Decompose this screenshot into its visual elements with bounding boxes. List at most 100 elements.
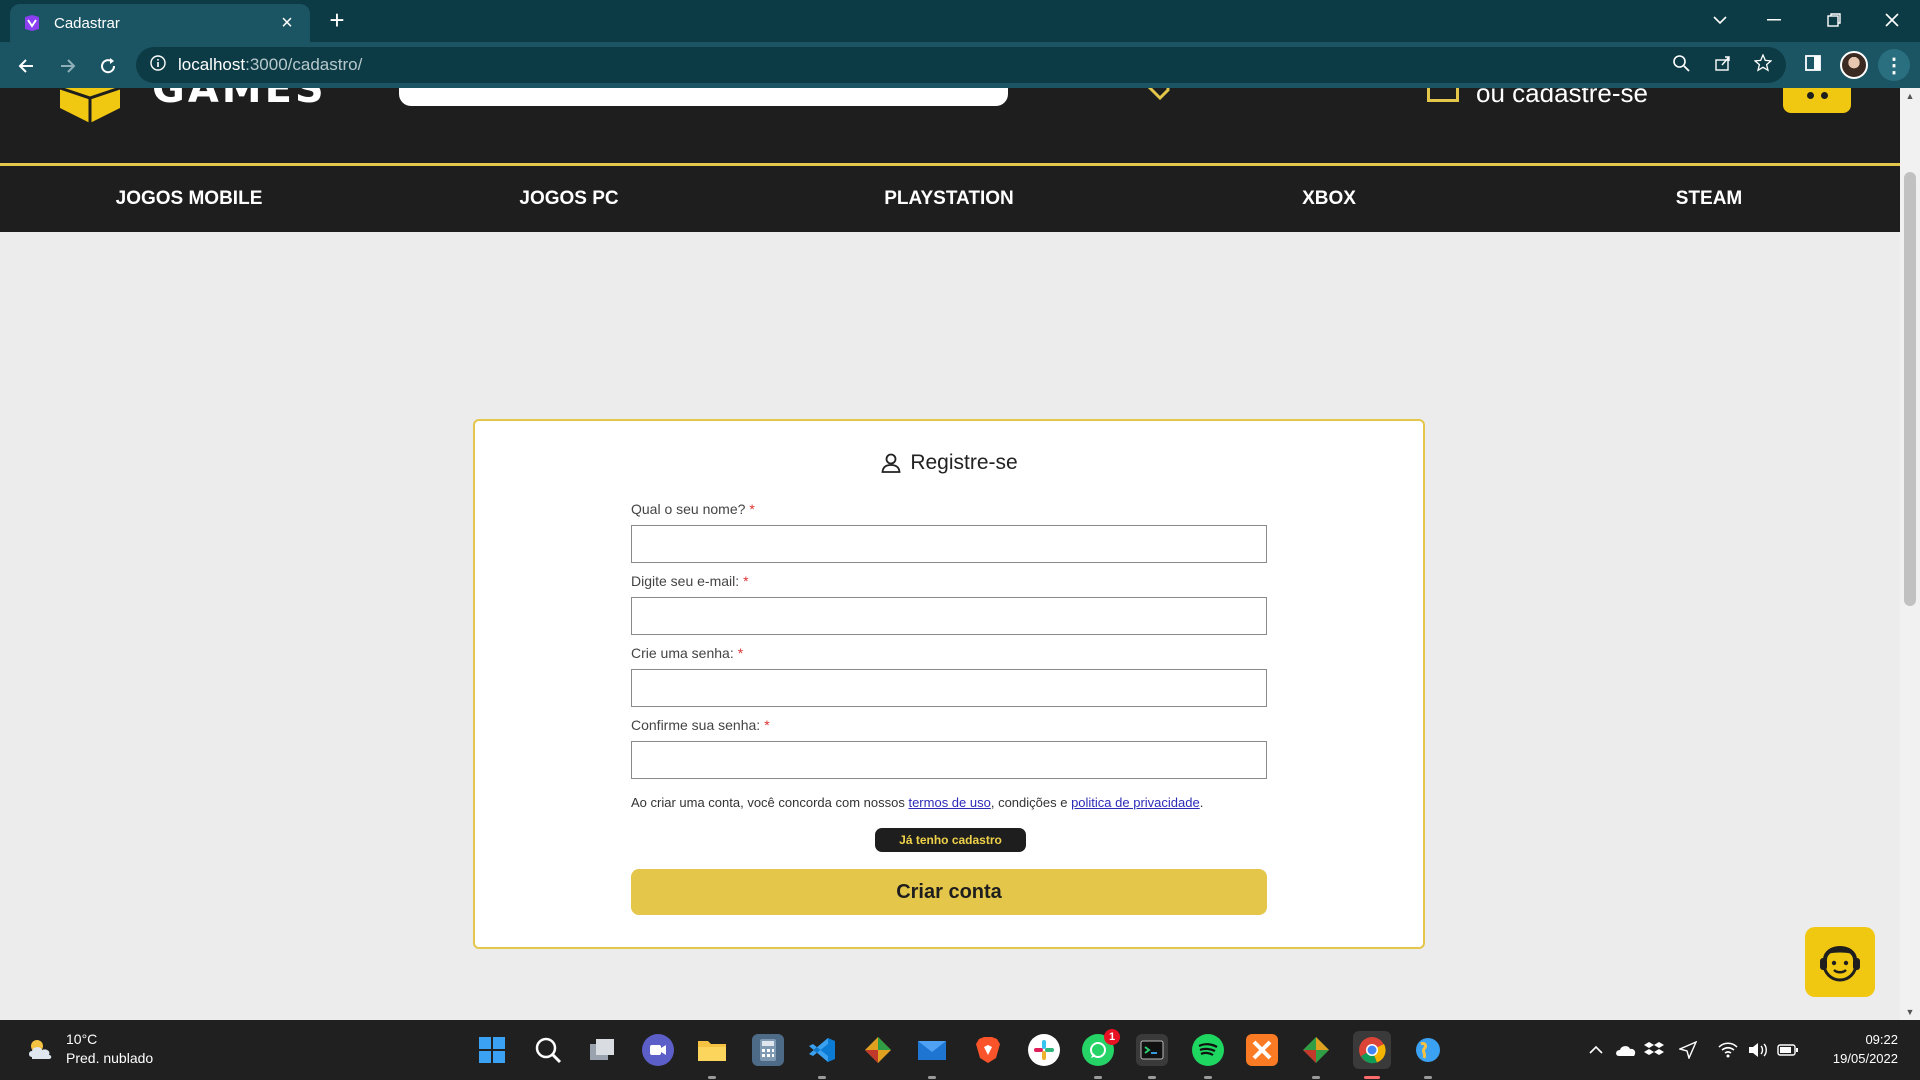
- running-indicator: [1204, 1076, 1212, 1079]
- site-favicon-icon: [22, 13, 42, 33]
- search-icon[interactable]: [532, 1034, 564, 1066]
- password-field[interactable]: [631, 669, 1267, 707]
- user-icon: [881, 453, 901, 473]
- chrome-icon[interactable]: [1353, 1031, 1391, 1069]
- slack-icon[interactable]: [1028, 1034, 1060, 1066]
- nav-steam[interactable]: STEAM: [1584, 166, 1834, 232]
- have-account-button[interactable]: Já tenho cadastro: [875, 828, 1026, 852]
- browser-tab[interactable]: Cadastrar ×: [10, 4, 310, 42]
- running-indicator: [708, 1076, 716, 1079]
- terms-text: Ao criar uma conta, você concorda com no…: [631, 795, 1204, 810]
- onedrive-cloud-icon[interactable]: [1614, 1038, 1638, 1062]
- new-tab-button[interactable]: +: [322, 6, 352, 36]
- scrollbar-thumb[interactable]: [1904, 172, 1916, 606]
- address-bar[interactable]: localhost:3000/cadastro/: [136, 47, 1786, 83]
- confirm-password-field[interactable]: [631, 741, 1267, 779]
- wifi-icon[interactable]: [1716, 1038, 1740, 1062]
- git-diamond-icon[interactable]: [862, 1034, 894, 1066]
- vscode-icon[interactable]: [806, 1034, 838, 1066]
- browser-toolbar: localhost:3000/cadastro/ ⋮: [0, 42, 1920, 88]
- name-label: Qual o seu nome? *: [631, 501, 755, 517]
- side-panel-icon[interactable]: [1800, 50, 1826, 76]
- restore-icon[interactable]: [1808, 0, 1860, 40]
- volume-icon[interactable]: [1746, 1038, 1770, 1062]
- xampp-icon[interactable]: [1246, 1034, 1278, 1066]
- page-scrollbar[interactable]: ▲ ▼: [1900, 88, 1920, 1020]
- site-header: GAMES ou cadastre-se: [0, 88, 1900, 166]
- category-nav: JOGOS MOBILE JOGOS PC PLAYSTATION XBOX S…: [0, 166, 1900, 232]
- promo-tag-icon[interactable]: [1147, 88, 1170, 101]
- support-chat-button[interactable]: [1805, 927, 1875, 997]
- weather-widget[interactable]: 10°C Pred. nublado: [26, 1030, 153, 1068]
- headset-agent-icon: [1820, 946, 1860, 982]
- forward-icon[interactable]: [52, 50, 84, 82]
- privacy-policy-link[interactable]: politica de privacidade: [1071, 795, 1200, 810]
- cart-button[interactable]: [1783, 88, 1851, 113]
- dropbox-icon[interactable]: [1642, 1038, 1666, 1062]
- system-clock[interactable]: 09:22 19/05/2022: [1818, 1030, 1898, 1068]
- windows-taskbar: 10°C Pred. nublado 1 09:22 19/05/2022: [0, 1020, 1920, 1080]
- weather-desc: Pred. nublado: [66, 1050, 154, 1066]
- running-indicator: [1148, 1076, 1156, 1079]
- task-view-icon[interactable]: [586, 1034, 618, 1066]
- reload-icon[interactable]: [92, 50, 124, 82]
- terminal-icon[interactable]: [1136, 1034, 1168, 1066]
- clock-time: 09:22: [1865, 1032, 1898, 1047]
- file-explorer-icon[interactable]: [696, 1034, 728, 1066]
- site-info-icon[interactable]: [150, 54, 166, 76]
- tab-search-chevron-icon[interactable]: [1694, 0, 1746, 40]
- nav-jogos-mobile[interactable]: JOGOS MOBILE: [64, 166, 314, 232]
- active-indicator: [1364, 1076, 1380, 1079]
- start-icon[interactable]: [476, 1034, 508, 1066]
- close-window-icon[interactable]: [1866, 0, 1918, 40]
- whatsapp-badge: 1: [1104, 1029, 1120, 1045]
- tab-title: Cadastrar: [54, 14, 120, 32]
- git-gui-icon[interactable]: [1300, 1034, 1332, 1066]
- maps-globe-icon[interactable]: [1412, 1034, 1444, 1066]
- spotify-icon[interactable]: [1192, 1034, 1224, 1066]
- page-viewport: GAMES ou cadastre-se JOGOS MOBILE JOGOS …: [0, 88, 1900, 1020]
- weather-temp: 10°C: [66, 1031, 98, 1047]
- share-icon[interactable]: [1710, 50, 1736, 76]
- teams-chat-icon[interactable]: [642, 1034, 674, 1066]
- bookmark-star-icon[interactable]: [1750, 50, 1776, 76]
- email-label: Digite seu e-mail: *: [631, 573, 749, 589]
- brave-browser-icon[interactable]: [972, 1034, 1004, 1066]
- user-card-icon[interactable]: [1427, 88, 1459, 102]
- clock-date: 19/05/2022: [1832, 1051, 1898, 1066]
- tab-close-icon[interactable]: ×: [276, 12, 298, 35]
- confirm-password-label: Confirme sua senha: *: [631, 717, 770, 733]
- profile-avatar[interactable]: [1840, 51, 1868, 79]
- cloud-weather-icon: [29, 1040, 52, 1059]
- running-indicator: [1312, 1076, 1320, 1079]
- browser-tab-bar: Cadastrar × +: [0, 0, 1920, 42]
- battery-icon[interactable]: [1776, 1038, 1800, 1062]
- mail-icon[interactable]: [916, 1034, 948, 1066]
- logo-cube-icon[interactable]: [50, 88, 140, 128]
- create-account-button[interactable]: Criar conta: [631, 869, 1267, 915]
- scroll-down-icon[interactable]: ▼: [1900, 1004, 1920, 1020]
- register-title: Registre-se: [475, 451, 1423, 475]
- browser-menu-icon[interactable]: ⋮: [1878, 49, 1910, 81]
- logo-text[interactable]: GAMES: [152, 88, 327, 112]
- nav-playstation[interactable]: PLAYSTATION: [824, 166, 1074, 232]
- email-field[interactable]: [631, 597, 1267, 635]
- whatsapp-icon[interactable]: 1: [1082, 1029, 1120, 1066]
- calculator-icon[interactable]: [752, 1034, 784, 1066]
- name-field[interactable]: [631, 525, 1267, 563]
- terms-of-use-link[interactable]: termos de uso: [908, 795, 990, 810]
- show-hidden-icons-chevron-icon[interactable]: [1584, 1038, 1608, 1062]
- nav-xbox[interactable]: XBOX: [1204, 166, 1454, 232]
- location-arrow-icon[interactable]: [1676, 1038, 1700, 1062]
- scroll-up-icon[interactable]: ▲: [1900, 88, 1920, 104]
- password-label: Crie uma senha: *: [631, 645, 744, 661]
- url-text: localhost:3000/cadastro/: [178, 55, 363, 74]
- running-indicator: [1094, 1076, 1102, 1079]
- zoom-icon[interactable]: [1668, 50, 1694, 76]
- site-search-input[interactable]: [399, 88, 1008, 106]
- running-indicator: [1424, 1076, 1432, 1079]
- login-register-link[interactable]: ou cadastre-se: [1476, 88, 1648, 109]
- minimize-icon[interactable]: [1748, 0, 1800, 40]
- back-icon[interactable]: [10, 50, 42, 82]
- nav-jogos-pc[interactable]: JOGOS PC: [444, 166, 694, 232]
